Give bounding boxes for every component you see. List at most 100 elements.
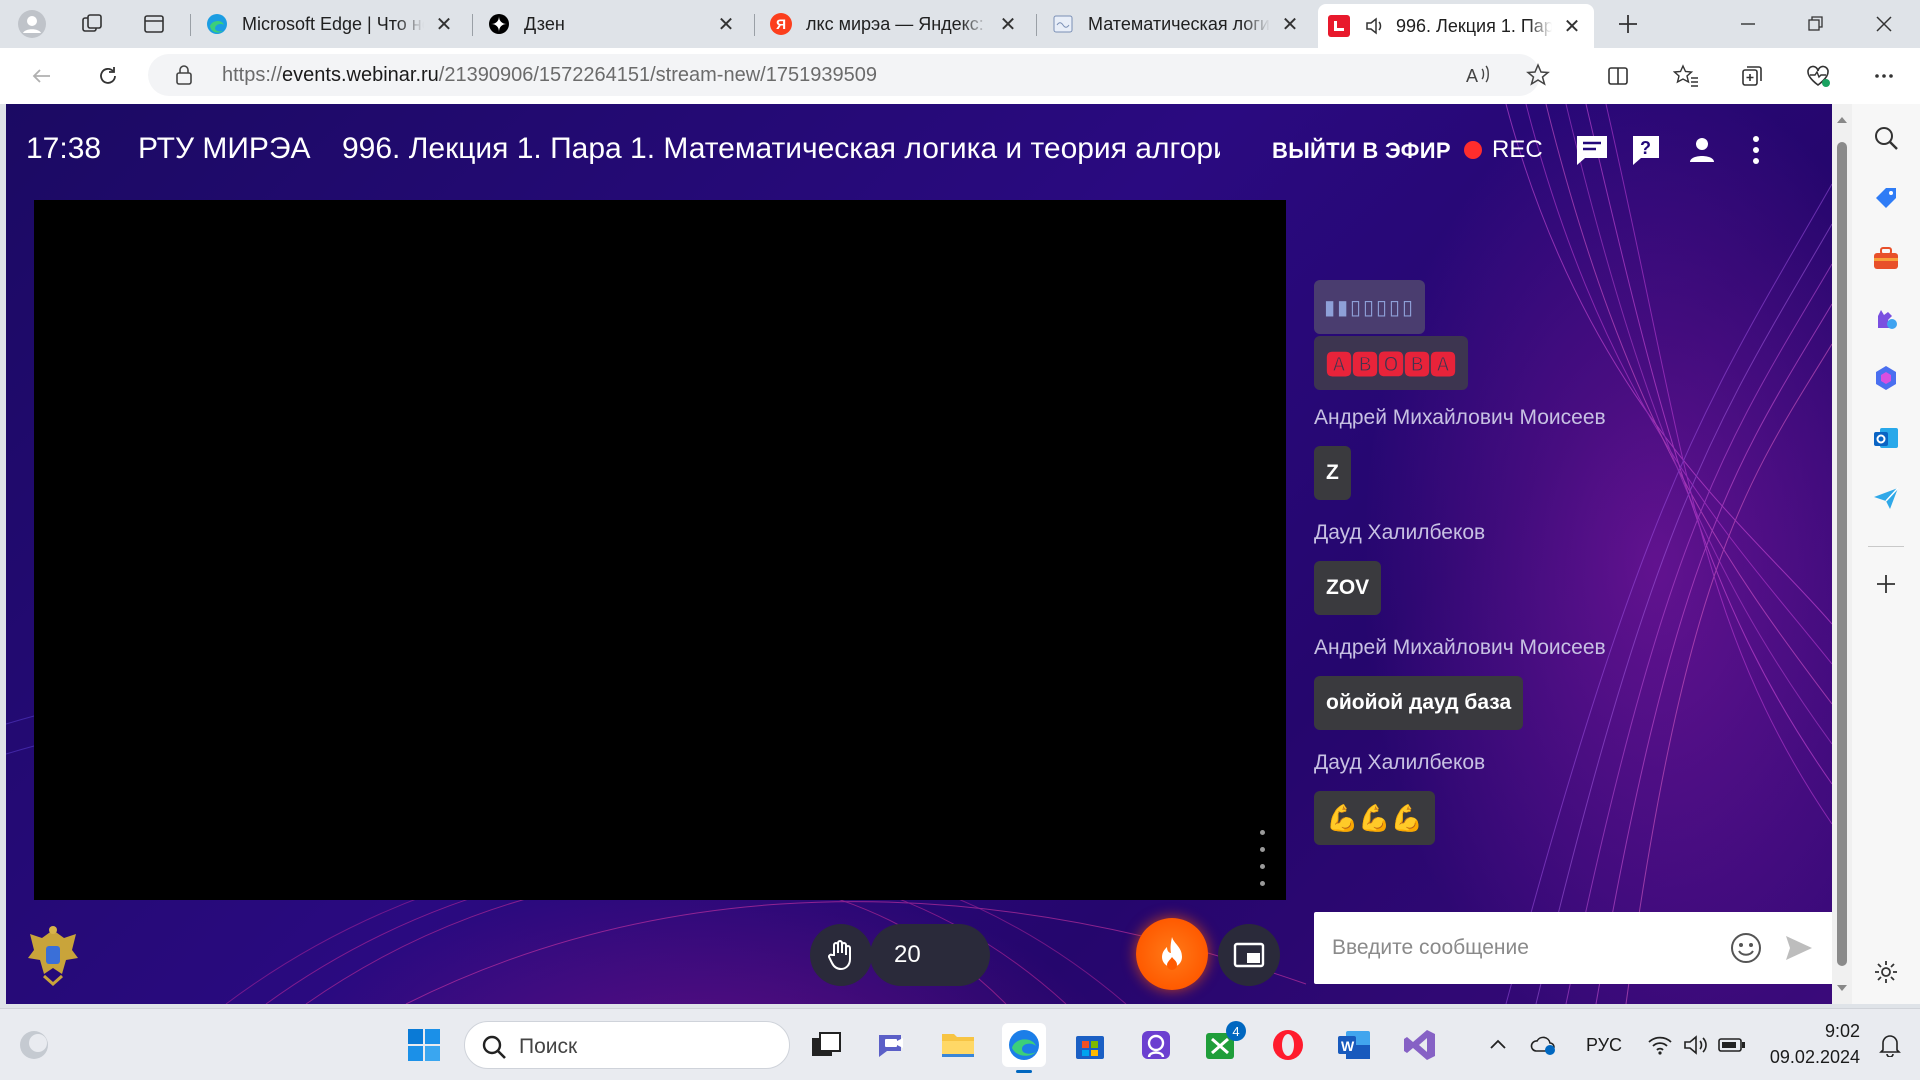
close-tab-icon[interactable]: ✕ — [714, 12, 738, 36]
sidebar-settings-icon[interactable] — [1870, 956, 1902, 988]
minimize-button[interactable] — [1718, 0, 1778, 48]
tab-title: лкс мирэа — Яндекс: нашлось — [806, 13, 988, 34]
close-tab-icon[interactable]: ✕ — [1278, 12, 1302, 36]
workspaces-button[interactable] — [72, 6, 112, 42]
taskbar-clock-time[interactable]: 9:02 — [1788, 1021, 1860, 1042]
sidebar-games-icon[interactable] — [1870, 302, 1902, 334]
favorites-button[interactable] — [1666, 56, 1706, 96]
more-options-button[interactable] — [1736, 130, 1776, 170]
new-tab-button[interactable] — [1608, 6, 1648, 42]
video-more-icon[interactable] — [1256, 830, 1268, 886]
help-icon: ? — [1633, 136, 1659, 165]
visual-studio-button[interactable] — [1398, 1023, 1442, 1067]
chat-input-box — [1314, 912, 1832, 984]
word-button[interactable]: W — [1332, 1023, 1376, 1067]
xbox-button[interactable]: 4 — [1200, 1021, 1246, 1067]
message-input[interactable] — [1332, 930, 1712, 966]
profile-button[interactable] — [1682, 130, 1722, 170]
sidebar-search-icon[interactable] — [1870, 122, 1902, 154]
file-explorer-button[interactable] — [936, 1023, 980, 1067]
chat-message-bubble: 💪💪💪 — [1314, 791, 1436, 845]
sidebar-outlook-icon[interactable] — [1870, 422, 1902, 454]
notifications-button[interactable] — [1868, 1023, 1912, 1067]
page-scrollbar[interactable] — [1832, 104, 1852, 1004]
tab-dzen[interactable]: Дзен ✕ — [478, 4, 748, 44]
scroll-up-icon[interactable] — [1832, 110, 1852, 130]
chat-button[interactable] — [1572, 130, 1612, 170]
yandex-icon: Я — [770, 13, 792, 35]
close-tab-icon[interactable]: ✕ — [432, 12, 456, 36]
battery-button[interactable] — [1710, 1023, 1754, 1067]
language-indicator[interactable]: РУС — [1586, 1035, 1622, 1056]
sidebar-shopping-icon[interactable] — [1870, 182, 1902, 214]
taskbar-clock-date[interactable]: 09.02.2024 — [1766, 1047, 1860, 1068]
clock-time: 17:38 — [26, 132, 102, 165]
send-icon[interactable] — [1784, 934, 1814, 967]
close-window-button[interactable] — [1854, 0, 1914, 48]
opera-icon — [1273, 1030, 1303, 1060]
sidebar-send-icon[interactable] — [1870, 482, 1902, 514]
picture-in-picture-button[interactable] — [1218, 924, 1280, 986]
tray-overflow-button[interactable] — [1476, 1023, 1520, 1067]
restore-icon — [1808, 16, 1823, 31]
chat-message-bubble: ▮▮▯▯▯▯▯ — [1314, 280, 1426, 334]
sidebar-add-icon[interactable] — [1870, 568, 1902, 600]
favorite-star-icon[interactable] — [1526, 63, 1550, 92]
lock-icon[interactable] — [174, 64, 194, 91]
plus-icon — [1619, 15, 1637, 33]
favorites-list-icon — [1673, 64, 1698, 87]
teams-chat-button[interactable] — [870, 1023, 914, 1067]
collections-button[interactable] — [1732, 56, 1772, 96]
tab-actions-icon — [144, 15, 164, 33]
settings-more-button[interactable] — [1864, 56, 1904, 96]
chat-author: Дауд Халилбеков — [1314, 521, 1486, 544]
emoji-icon[interactable] — [1730, 932, 1762, 969]
sidebar-copilot-icon[interactable] — [1870, 362, 1902, 394]
tab-strip: Microsoft Edge | Что нового ✕ Дзен ✕ Я л… — [0, 0, 1920, 48]
restore-button[interactable] — [1786, 0, 1846, 48]
go-live-button[interactable]: ВЫЙТИ В ЭФИР — [1272, 138, 1451, 164]
chat-message-bubble: Z — [1314, 446, 1351, 500]
url-text[interactable]: https://events.webinar.ru/21390906/15722… — [222, 64, 877, 87]
search-label: Поиск — [519, 1035, 578, 1058]
taskbar-search[interactable]: Поиск — [464, 1021, 790, 1069]
onedrive-button[interactable] — [1522, 1023, 1566, 1067]
opera-button[interactable] — [1266, 1023, 1310, 1067]
store-icon — [1076, 1036, 1104, 1059]
profile-button[interactable] — [12, 6, 52, 42]
close-tab-icon[interactable]: ✕ — [1560, 14, 1584, 38]
scrollbar-thumb[interactable] — [1837, 142, 1847, 966]
task-view-button[interactable] — [804, 1023, 848, 1067]
widgets-button[interactable] — [12, 1023, 56, 1067]
close-tab-icon[interactable]: ✕ — [996, 12, 1020, 36]
edge-icon — [1009, 1030, 1039, 1060]
store-button[interactable] — [1068, 1023, 1112, 1067]
tab-math-logic[interactable]: Математическая логика ✕ — [1042, 4, 1312, 44]
start-button[interactable] — [402, 1023, 446, 1067]
raise-hand-button[interactable] — [810, 924, 872, 986]
address-toolbar: https://events.webinar.ru/21390906/15722… — [0, 48, 1920, 104]
back-button[interactable] — [22, 56, 62, 96]
photos-app-button[interactable] — [1134, 1023, 1178, 1067]
edge-taskbar-button[interactable] — [1002, 1023, 1046, 1073]
video-player[interactable] — [34, 200, 1286, 900]
read-aloud-icon[interactable]: A — [1466, 63, 1492, 92]
address-bar[interactable]: https://events.webinar.ru/21390906/15722… — [148, 54, 1550, 96]
tab-webinar-active[interactable]: 996. Лекция 1. Пара 1 ✕ — [1318, 4, 1594, 48]
fire-reaction-button[interactable] — [1136, 918, 1208, 990]
camera-app-icon — [1142, 1031, 1170, 1059]
heart-pulse-icon — [1807, 65, 1830, 87]
help-button[interactable]: ? — [1626, 130, 1666, 170]
sidebar-tools-icon[interactable] — [1870, 242, 1902, 274]
chat-message-bubble: ойойой дауд база — [1314, 676, 1524, 730]
reload-icon — [100, 67, 116, 84]
browser-essentials-button[interactable] — [1798, 56, 1838, 96]
reload-button[interactable] — [88, 56, 128, 96]
scroll-down-icon[interactable] — [1832, 978, 1852, 998]
tab-edge-news[interactable]: Microsoft Edge | Что нового ✕ — [196, 4, 466, 44]
wifi-icon — [1648, 1036, 1672, 1055]
vertical-tabs-button[interactable] — [134, 6, 174, 42]
split-screen-button[interactable] — [1598, 56, 1638, 96]
tab-yandex[interactable]: Я лкс мирэа — Яндекс: нашлось ✕ — [760, 4, 1030, 44]
speaker-icon[interactable] — [1364, 15, 1386, 37]
